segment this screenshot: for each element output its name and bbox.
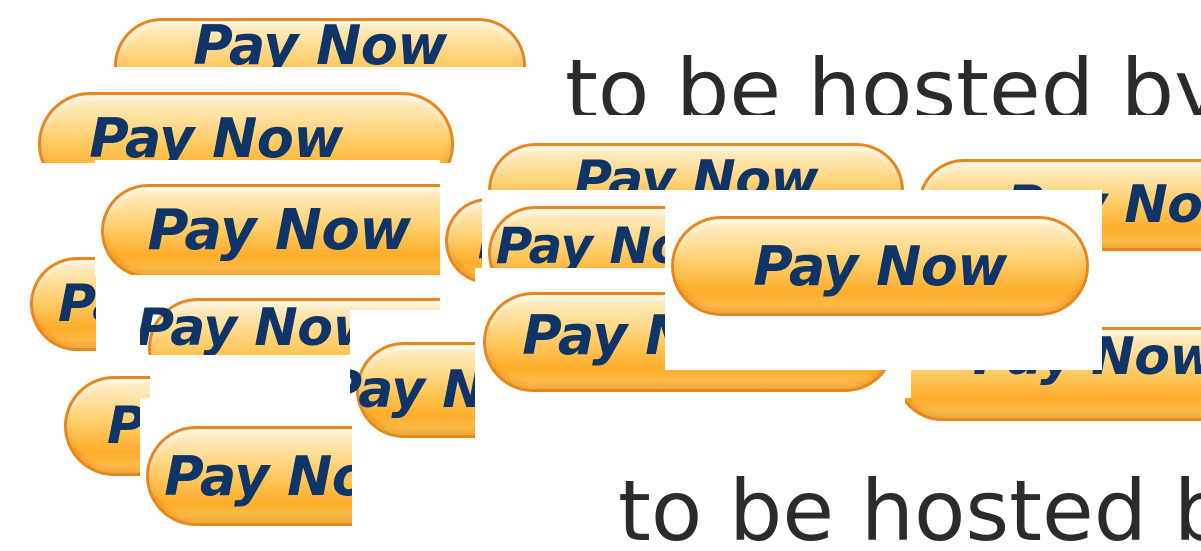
collage-page: { "button_label": "Pay Now", "caption_te… [0,0,1201,551]
button-tile: Pay Now [665,190,1102,370]
pay-now-label: Pay Now [140,298,381,355]
button-tile: Pay Now [28,255,96,355]
pay-now-button[interactable]: Pay Now [64,376,150,476]
pay-now-label: Pay Now [57,274,96,334]
pay-now-label: Pay Now [193,15,447,67]
caption-tile-top: to be hosted by [470,40,1201,115]
pay-now-button[interactable]: Pay Now [101,184,440,275]
pay-now-label: Pay Now [350,360,475,420]
pay-now-button[interactable]: Pay Now [146,426,352,526]
button-tile: Pay Now [110,15,530,67]
button-tile: Pay Now [35,68,465,163]
caption-tile-bottom: to be hosted by [580,465,1201,551]
pay-now-button[interactable]: Pay Now [488,206,668,270]
button-tile: Pay Now [140,398,352,533]
pay-now-button[interactable]: Pay Now [671,216,1089,316]
pay-now-label: Pay Now [147,197,411,263]
button-tile: Pay Now [95,160,440,275]
pay-now-button[interactable]: Pay Now [38,92,454,163]
pay-now-label: Pay Now [89,106,343,164]
hosted-by-caption: to be hosted by [618,465,1201,551]
pay-now-label: Pay Now [164,444,352,508]
pay-now-label: Pay Now [753,234,1007,298]
button-tile: Pay Now [350,310,475,490]
pay-now-label: Pay Now [495,217,668,270]
pay-now-button[interactable]: Pay Now [114,15,526,67]
button-tile: Pay Now [60,372,150,482]
pay-now-button[interactable]: Pay Now [350,342,475,438]
pay-now-button[interactable]: Pay Now [30,257,96,351]
button-tile: Pay Now [482,190,668,270]
hosted-by-caption: to be hosted by [565,41,1201,115]
